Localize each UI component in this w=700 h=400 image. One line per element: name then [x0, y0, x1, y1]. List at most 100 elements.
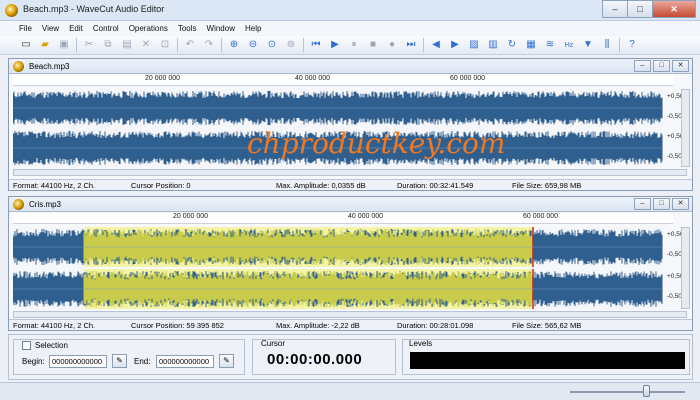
- menu-control[interactable]: Control: [93, 24, 119, 33]
- ruler-tick-label: 40 000 000: [295, 75, 331, 82]
- delete-icon[interactable]: ✕: [138, 38, 154, 53]
- menu-view[interactable]: View: [42, 24, 59, 33]
- document-status-bar: Format: 44100 Hz, 2 Ch. Cursor Position:…: [9, 319, 692, 330]
- end-field[interactable]: 000000000000: [156, 355, 214, 368]
- zoom-all-icon[interactable]: ⊚: [283, 38, 299, 53]
- frequency-icon[interactable]: Hz: [561, 38, 577, 53]
- file-size: File Size: 565,62 MB: [512, 321, 582, 330]
- go-end-icon[interactable]: ⏭: [403, 38, 419, 53]
- menu-file[interactable]: File: [19, 24, 32, 33]
- record-icon[interactable]: ●: [384, 38, 400, 53]
- zoom-in-icon[interactable]: ⊕: [226, 38, 242, 53]
- vertical-scrollbar[interactable]: [681, 89, 690, 167]
- go-start-icon[interactable]: ⏮: [308, 38, 324, 53]
- doc-minimize-button[interactable]: –: [634, 198, 651, 210]
- duration: Duration: 00:28:01.098: [397, 321, 474, 330]
- menu-help[interactable]: Help: [245, 24, 261, 33]
- begin-field[interactable]: 000000000000: [49, 355, 107, 368]
- play-icon[interactable]: ▶: [327, 38, 343, 53]
- document-name: Cris.mp3: [29, 200, 62, 209]
- document-status-bar: Format: 44100 Hz, 2 Ch. Cursor Position:…: [9, 179, 692, 190]
- document-controls: – □ ✕: [632, 198, 689, 210]
- scale-label: -0,50: [667, 251, 682, 258]
- redo-icon[interactable]: ↷: [201, 38, 217, 53]
- selection-checkbox[interactable]: [22, 341, 31, 350]
- menu-window[interactable]: Window: [207, 24, 235, 33]
- toolbar-separator: [221, 38, 222, 52]
- ruler-tick-label: 60 000 000: [523, 213, 559, 220]
- minimize-button[interactable]: –: [602, 0, 628, 18]
- copy-icon[interactable]: ⧉: [100, 38, 116, 53]
- end-pick-button[interactable]: ✎: [219, 354, 234, 368]
- spectrum-icon[interactable]: ▥: [485, 38, 501, 53]
- vertical-scrollbar[interactable]: [681, 227, 690, 309]
- audio-file-icon: [13, 199, 24, 210]
- mixer-icon[interactable]: ⫼: [599, 38, 615, 53]
- cursor-position: Cursor Position: 59 395 852: [131, 321, 224, 330]
- toolbar-separator: [619, 38, 620, 52]
- toolbar-separator: [303, 38, 304, 52]
- zoom-out-icon[interactable]: ⊖: [245, 38, 261, 53]
- doc-maximize-button[interactable]: □: [653, 198, 670, 210]
- cursor-label: Cursor: [261, 339, 286, 348]
- ruler-tick-label: 60 000 000: [450, 75, 486, 82]
- horizontal-scrollbar[interactable]: [13, 169, 687, 176]
- audio-file-icon: [13, 61, 24, 72]
- loop-icon[interactable]: ↻: [504, 38, 520, 53]
- time-ruler[interactable]: 20 000 000 40 000 000 60 000 000: [13, 75, 673, 86]
- document-title-bar: Cris.mp3 – □ ✕: [9, 197, 692, 212]
- zoom-slider-thumb[interactable]: [642, 385, 650, 397]
- document-title-bar: Beach.mp3 – □ ✕: [9, 59, 692, 74]
- main-toolbar: ▭ ▰ ▣ ✂ ⧉ ▤ ✕ ⊡ ↶ ↷ ⊕ ⊖ ⊙ ⊚ ⏮ ▶ ⏸ ■ ● ⏭ ◀ ▶ ▨ ▥ ↻ ▦ ≋ Hz ▼ ⫼?: [0, 36, 700, 55]
- menu-edit[interactable]: Edit: [69, 24, 83, 33]
- document-controls: – □ ✕: [632, 60, 689, 72]
- end-label: End:: [134, 357, 151, 366]
- toolbar-separator: [177, 38, 178, 52]
- stop-icon[interactable]: ■: [365, 38, 381, 53]
- levels-meter: [410, 352, 685, 369]
- app-logo-icon: [5, 4, 18, 17]
- doc-close-button[interactable]: ✕: [672, 60, 689, 72]
- doc-minimize-button[interactable]: –: [634, 60, 651, 72]
- help-icon[interactable]: ?: [624, 38, 640, 53]
- format-info: Format: 44100 Hz, 2 Ch.: [13, 321, 96, 330]
- maximize-button[interactable]: □: [627, 0, 653, 18]
- menu-operations[interactable]: Operations: [129, 24, 168, 33]
- duration: Duration: 00:32:41.549: [397, 181, 474, 190]
- file-size: File Size: 659,98 MB: [512, 181, 582, 190]
- crop-icon[interactable]: ⊡: [157, 38, 173, 53]
- undo-icon[interactable]: ↶: [182, 38, 198, 53]
- paste-icon[interactable]: ▤: [119, 38, 135, 53]
- time-ruler[interactable]: 20 000 000 40 000 000 60 000 000: [13, 213, 673, 224]
- open-folder-icon[interactable]: ▰: [37, 38, 53, 53]
- doc-maximize-button[interactable]: □: [653, 60, 670, 72]
- amplitude-icon[interactable]: ≋: [542, 38, 558, 53]
- zoom-slider-track[interactable]: [570, 391, 685, 393]
- waveform-icon[interactable]: ▨: [466, 38, 482, 53]
- horizontal-scrollbar[interactable]: [13, 311, 687, 318]
- rewind-icon[interactable]: ◀: [428, 38, 444, 53]
- menu-tools[interactable]: Tools: [178, 24, 197, 33]
- app-status-bar: [0, 382, 700, 400]
- pause-icon[interactable]: ⏸: [346, 38, 362, 53]
- menu-bar: File View Edit Control Operations Tools Window…: [0, 21, 700, 36]
- cut-icon[interactable]: ✂: [81, 38, 97, 53]
- window-controls: – □ ✕: [602, 0, 696, 18]
- begin-pick-button[interactable]: ✎: [112, 354, 127, 368]
- waveform-right-channel[interactable]: [13, 269, 663, 309]
- close-button[interactable]: ✕: [652, 0, 696, 18]
- forward-icon[interactable]: ▶: [447, 38, 463, 53]
- filter-icon[interactable]: ▼: [580, 38, 596, 53]
- ruler-tick-label: 20 000 000: [145, 75, 181, 82]
- new-file-icon[interactable]: ▭: [18, 38, 34, 53]
- watermark-text: chproductkey.com: [247, 127, 506, 160]
- save-icon[interactable]: ▣: [56, 38, 72, 53]
- zoom-selection-icon[interactable]: ⊙: [264, 38, 280, 53]
- document-window-cris: Cris.mp3 – □ ✕ 20 000 000 40 000 000 60 …: [8, 196, 693, 331]
- equalizer-icon[interactable]: ▦: [523, 38, 539, 53]
- waveform-left-channel[interactable]: [13, 227, 663, 267]
- bottom-panel: Selection Begin: 000000000000 ✎ End: 000…: [8, 334, 693, 380]
- waveform-left-channel[interactable]: [13, 89, 663, 127]
- scale-label: -0,50: [667, 293, 682, 300]
- doc-close-button[interactable]: ✕: [672, 198, 689, 210]
